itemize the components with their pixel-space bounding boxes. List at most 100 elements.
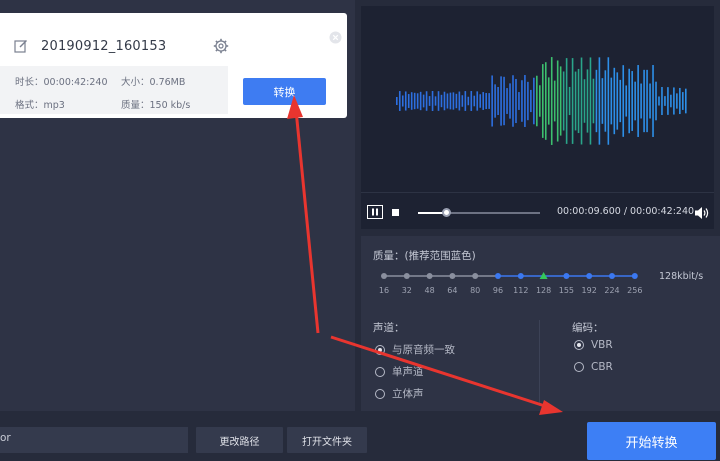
radio-selected-icon: [574, 340, 584, 350]
output-path-field[interactable]: [0, 427, 188, 453]
quality-dot[interactable]: [472, 273, 479, 279]
encoding-option-label: VBR: [591, 339, 613, 351]
radio-icon: [574, 362, 584, 372]
waveform-bar: [673, 87, 675, 115]
quality-tick-label: 96: [492, 286, 504, 295]
settings-panel: 质量：(推荐范围蓝色) 16 32 48 64 80 96 112 128 155 192 224 2…: [361, 236, 720, 411]
waveform-bar: [664, 96, 666, 106]
change-path-button[interactable]: 更改路径: [196, 427, 283, 453]
file-card[interactable]: 20190912_160153 时长：00:00:42:240 大小：0.76M…: [0, 13, 347, 118]
waveform-bar: [503, 76, 505, 126]
channel-option-stereo[interactable]: 立体声: [375, 386, 424, 401]
waveform-bar: [539, 85, 541, 117]
waveform-bar: [419, 91, 422, 111]
waveform-bar: [649, 83, 651, 119]
channel-option-label: 单声道: [392, 366, 424, 378]
file-meta-box: 时长：00:00:42:240 大小：0.76MB 格式：mp3 质量：150 …: [0, 66, 228, 114]
waveform-bar: [449, 92, 452, 110]
waveform-bar: [598, 57, 601, 145]
waveform-bar: [580, 57, 583, 145]
radio-icon: [375, 388, 385, 399]
waveform-bar: [494, 84, 496, 118]
quality-dot[interactable]: [609, 273, 615, 279]
seek-slider[interactable]: [418, 208, 540, 217]
waveform-bar: [610, 77, 613, 125]
waveform-bar: [431, 91, 434, 111]
quality-text: 质量：150 kb/s: [121, 100, 191, 111]
waveform-bar: [637, 65, 639, 137]
quality-tick-label: 64: [447, 286, 458, 295]
waveform-bar: [661, 87, 663, 115]
quality-dot[interactable]: [563, 273, 570, 279]
time-display: 00:00:09.600 / 00:00:42:240: [557, 206, 695, 217]
waveform-bar: [485, 92, 487, 110]
waveform-bar: [631, 71, 633, 131]
start-convert-button[interactable]: 开始转换: [587, 422, 716, 460]
quality-label: 质量：(推荐范围蓝色): [373, 250, 476, 262]
close-icon[interactable]: [329, 31, 342, 44]
pause-icon[interactable]: [367, 205, 383, 219]
quality-dot[interactable]: [495, 273, 501, 279]
quality-tick-label: 224: [604, 286, 620, 295]
waveform-bar: [601, 78, 604, 124]
quality-dot[interactable]: [426, 273, 433, 279]
waveform-bar: [479, 94, 482, 108]
encoding-option-vbr[interactable]: VBR: [574, 339, 613, 351]
waveform-bar: [422, 94, 425, 108]
waveform-bar: [667, 87, 669, 115]
quality-slider[interactable]: [361, 266, 661, 286]
waveform-bar: [482, 92, 485, 110]
waveform-bar: [559, 66, 562, 136]
channel-option-mono[interactable]: 单声道: [375, 364, 424, 379]
waveform-bar: [571, 58, 574, 144]
waveform-bar: [500, 76, 502, 126]
waveform-bar: [619, 79, 622, 123]
waveform-bar: [407, 94, 410, 108]
waveform-bar: [616, 72, 619, 130]
encoding-option-cbr[interactable]: CBR: [574, 361, 613, 373]
waveform-panel: 00:00:09.600 / 00:00:42:240: [361, 6, 714, 229]
waveform-bar: [440, 94, 443, 108]
quality-dot[interactable]: [586, 273, 593, 279]
convert-button[interactable]: 转换: [243, 78, 326, 105]
stop-icon[interactable]: [392, 209, 399, 216]
waveform-bar: [676, 93, 678, 109]
encoding-label: 编码：: [572, 322, 604, 334]
waveform-bar: [652, 65, 654, 137]
waveform-bar: [515, 78, 517, 124]
seek-handle[interactable]: [441, 208, 451, 217]
open-folder-button[interactable]: 打开文件夹: [287, 427, 367, 453]
waveform-bar: [512, 75, 514, 127]
waveform-bar: [643, 69, 645, 133]
edit-icon[interactable]: [14, 39, 28, 53]
gear-icon[interactable]: [213, 38, 229, 54]
quality-dot[interactable]: [381, 273, 387, 279]
channel-option-label: 立体声: [392, 388, 424, 400]
waveform-bar: [607, 57, 610, 145]
waveform-bar: [410, 92, 413, 110]
quality-tick-label: 155: [558, 286, 575, 295]
quality-dot[interactable]: [517, 273, 524, 279]
waveform-bar: [473, 95, 476, 107]
waveform-bar: [404, 91, 407, 111]
quality-dot[interactable]: [403, 273, 410, 279]
waveform-bar: [625, 85, 628, 117]
waveform-bar: [604, 70, 607, 132]
channel-option-original[interactable]: 与原音频一致: [375, 342, 455, 357]
waveform-bar: [640, 83, 642, 119]
quality-dot[interactable]: [449, 273, 456, 279]
waveform-bar: [446, 93, 449, 109]
waveform-bar: [682, 92, 684, 110]
waveform-bar: [568, 86, 571, 116]
waveform-bar: [497, 87, 499, 115]
waveform-bar: [646, 69, 648, 133]
waveform-bar: [527, 81, 529, 121]
converter-window: 20190912_160153 时长：00:00:42:240 大小：0.76M…: [0, 0, 720, 461]
encoding-option-label: CBR: [591, 361, 613, 373]
waveform-bar: [556, 60, 559, 142]
quality-dot[interactable]: [631, 273, 638, 279]
waveform-bar: [544, 62, 547, 140]
volume-icon[interactable]: [694, 206, 710, 220]
waveform-bar: [553, 80, 556, 122]
quality-tick-label: 192: [581, 286, 597, 295]
